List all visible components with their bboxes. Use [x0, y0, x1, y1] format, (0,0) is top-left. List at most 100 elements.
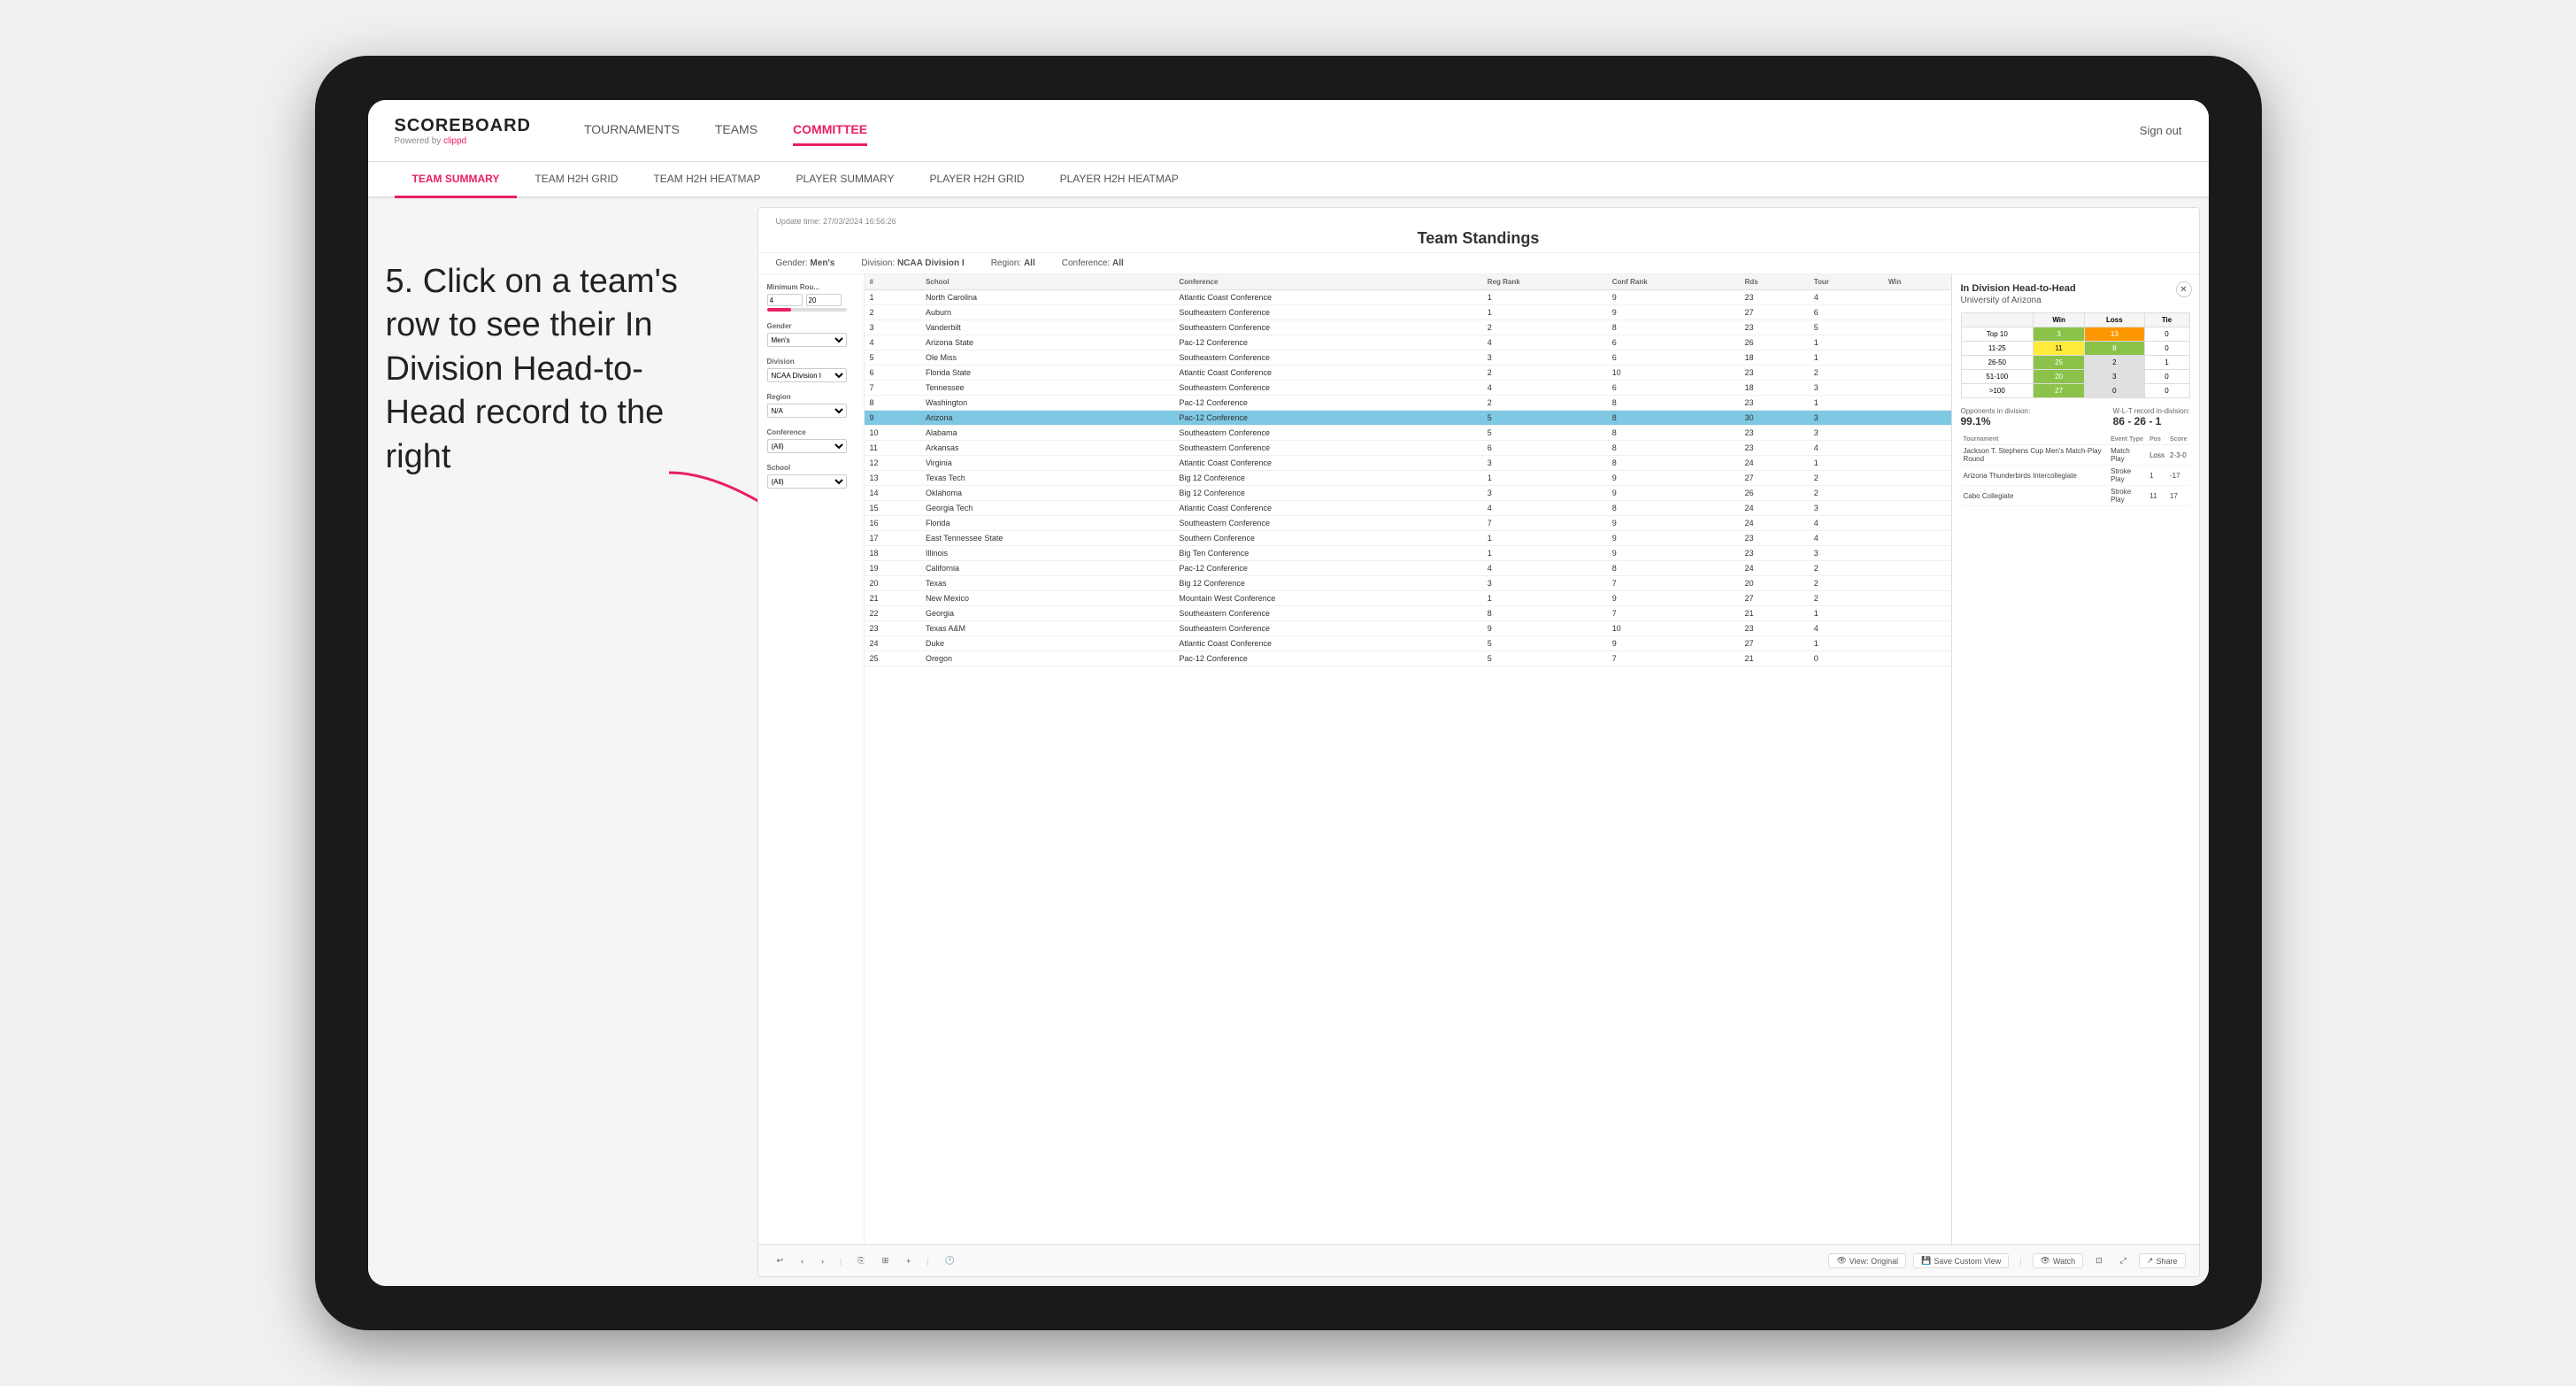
gender-section: Gender Men's — [767, 322, 855, 347]
table-row[interactable]: 8 Washington Pac-12 Conference 2 8 23 1 — [865, 396, 1951, 411]
h2h-col-label — [1961, 313, 2034, 327]
tab-player-h2h-heatmap[interactable]: PLAYER H2H HEATMAP — [1042, 162, 1196, 198]
tab-team-h2h-heatmap[interactable]: TEAM H2H HEATMAP — [635, 162, 778, 198]
table-row[interactable]: 21 New Mexico Mountain West Conference 1… — [865, 591, 1951, 606]
cell-conf-rank: 8 — [1607, 320, 1740, 335]
cell-conf-rank: 8 — [1607, 456, 1740, 471]
fullscreen-button[interactable]: ⤢ — [2115, 1254, 2132, 1267]
screen-button[interactable]: ⊡ — [2090, 1254, 2108, 1267]
col-rank: # — [865, 274, 920, 290]
cell-rds: 23 — [1740, 441, 1809, 456]
region-value: All — [1024, 258, 1035, 268]
school-select[interactable]: (All) — [767, 474, 847, 489]
nav-committee[interactable]: COMMITTEE — [793, 115, 867, 146]
table-row[interactable]: 19 California Pac-12 Conference 4 8 24 2 — [865, 561, 1951, 576]
cell-school: Georgia — [920, 606, 1173, 621]
table-row[interactable]: 11 Arkansas Southeastern Conference 6 8 … — [865, 441, 1951, 456]
undo-button[interactable]: ↩ — [772, 1254, 789, 1267]
cell-tour: 5 — [1809, 320, 1883, 335]
clock-button[interactable]: 🕐 — [940, 1254, 960, 1267]
table-row[interactable]: 17 East Tennessee State Southern Confere… — [865, 531, 1951, 546]
t-name-2: Arizona Thunderbirds Intercollegiate — [1961, 466, 2109, 486]
tab-player-h2h-grid[interactable]: PLAYER H2H GRID — [911, 162, 1042, 198]
col-reg-rank: Reg Rank — [1482, 274, 1607, 290]
conference-select[interactable]: (All) — [767, 439, 847, 453]
cell-win — [1883, 335, 1951, 350]
share-button[interactable]: ↗ Share — [2139, 1253, 2186, 1268]
tournament-row-1[interactable]: Jackson T. Stephens Cup Men's Match-Play… — [1961, 445, 2190, 466]
table-row[interactable]: 23 Texas A&M Southeastern Conference 9 1… — [865, 621, 1951, 636]
save-custom-button[interactable]: 💾 Save Custom View — [1913, 1253, 2009, 1268]
gender-select[interactable]: Men's — [767, 333, 847, 347]
h2h-close-button[interactable]: ✕ — [2176, 281, 2192, 297]
forward-button[interactable]: › — [816, 1255, 829, 1267]
nav-teams[interactable]: TEAMS — [715, 115, 757, 146]
sign-out-link[interactable]: Sign out — [2140, 124, 2182, 137]
cell-rds: 23 — [1740, 531, 1809, 546]
back-button[interactable]: ‹ — [796, 1255, 809, 1267]
cell-rank: 20 — [865, 576, 920, 591]
opponents-label: Opponents in division: — [1961, 407, 2031, 415]
cell-rds: 27 — [1740, 636, 1809, 651]
tournament-row-3[interactable]: Cabo Collegiate Stroke Play 11 17 — [1961, 486, 2190, 506]
cell-reg-rank: 4 — [1482, 381, 1607, 396]
table-row[interactable]: 9 Arizona Pac-12 Conference 5 8 30 3 — [865, 411, 1951, 426]
view-original-button[interactable]: 👁 View: Original — [1828, 1253, 1906, 1268]
table-row[interactable]: 18 Illinois Big Ten Conference 1 9 23 3 — [865, 546, 1951, 561]
table-row[interactable]: 20 Texas Big 12 Conference 3 7 20 2 — [865, 576, 1951, 591]
cell-tour: 3 — [1809, 501, 1883, 516]
table-row[interactable]: 15 Georgia Tech Atlantic Coast Conferenc… — [865, 501, 1951, 516]
table-row[interactable]: 6 Florida State Atlantic Coast Conferenc… — [865, 366, 1951, 381]
division-select[interactable]: NCAA Division I — [767, 368, 847, 382]
cell-rank: 24 — [865, 636, 920, 651]
t-col-type: Event Type — [2108, 435, 2147, 445]
table-row[interactable]: 1 North Carolina Atlantic Coast Conferen… — [865, 290, 1951, 305]
cell-rds: 26 — [1740, 486, 1809, 501]
save-custom-label: Save Custom View — [1934, 1257, 2001, 1266]
table-row[interactable]: 16 Florida Southeastern Conference 7 9 2… — [865, 516, 1951, 531]
tournament-header-row: Tournament Event Type Pos Score — [1961, 435, 2190, 445]
cell-school: Texas — [920, 576, 1173, 591]
table-row[interactable]: 4 Arizona State Pac-12 Conference 4 6 26… — [865, 335, 1951, 350]
table-row[interactable]: 10 Alabama Southeastern Conference 5 8 2… — [865, 426, 1951, 441]
grid-button[interactable]: ⊞ — [877, 1254, 895, 1267]
cell-conference: Big Ten Conference — [1173, 546, 1481, 561]
cell-school: Georgia Tech — [920, 501, 1173, 516]
region-select[interactable]: N/A — [767, 404, 847, 418]
table-row[interactable]: 24 Duke Atlantic Coast Conference 5 9 27… — [865, 636, 1951, 651]
table-row[interactable]: 2 Auburn Southeastern Conference 1 9 27 … — [865, 305, 1951, 320]
cell-reg-rank: 5 — [1482, 651, 1607, 666]
table-row[interactable]: 13 Texas Tech Big 12 Conference 1 9 27 2 — [865, 471, 1951, 486]
nav-tournaments[interactable]: TOURNAMENTS — [584, 115, 680, 146]
tab-team-summary[interactable]: TEAM SUMMARY — [395, 162, 518, 198]
tab-team-h2h-grid[interactable]: TEAM H2H GRID — [517, 162, 635, 198]
cell-win — [1883, 651, 1951, 666]
min-rounds-input2[interactable] — [806, 294, 842, 306]
watch-button[interactable]: 👁 Watch — [2033, 1253, 2084, 1268]
table-row[interactable]: 5 Ole Miss Southeastern Conference 3 6 1… — [865, 350, 1951, 366]
copy-button[interactable]: ⎘ — [852, 1254, 869, 1267]
table-row[interactable]: 22 Georgia Southeastern Conference 8 7 2… — [865, 606, 1951, 621]
cell-win — [1883, 501, 1951, 516]
cell-win — [1883, 411, 1951, 426]
table-row[interactable]: 7 Tennessee Southeastern Conference 4 6 … — [865, 381, 1951, 396]
t-name-3: Cabo Collegiate — [1961, 486, 2109, 506]
cell-conference: Pac-12 Conference — [1173, 411, 1481, 426]
share-label: Share — [2156, 1257, 2177, 1266]
t-score-1: 2-3-0 — [2167, 445, 2189, 466]
table-row[interactable]: 12 Virginia Atlantic Coast Conference 3 … — [865, 456, 1951, 471]
add-button[interactable]: + — [901, 1255, 916, 1267]
min-rounds-input1[interactable] — [767, 294, 803, 306]
table-header-row: # School Conference Reg Rank Conf Rank R… — [865, 274, 1951, 290]
table-row[interactable]: 14 Oklahoma Big 12 Conference 3 9 26 2 — [865, 486, 1951, 501]
cell-conf-rank: 8 — [1607, 426, 1740, 441]
t-type-2: Stroke Play — [2108, 466, 2147, 486]
tournament-row-2[interactable]: Arizona Thunderbirds Intercollegiate Str… — [1961, 466, 2190, 486]
main-content: 5. Click on a team's row to see their In… — [368, 198, 2209, 1286]
tab-player-summary[interactable]: PLAYER SUMMARY — [779, 162, 912, 198]
cell-reg-rank: 8 — [1482, 606, 1607, 621]
h2h-win-1125: 11 — [2034, 342, 2085, 356]
table-row[interactable]: 3 Vanderbilt Southeastern Conference 2 8… — [865, 320, 1951, 335]
min-rounds-slider[interactable] — [767, 308, 847, 312]
table-row[interactable]: 25 Oregon Pac-12 Conference 5 7 21 0 — [865, 651, 1951, 666]
